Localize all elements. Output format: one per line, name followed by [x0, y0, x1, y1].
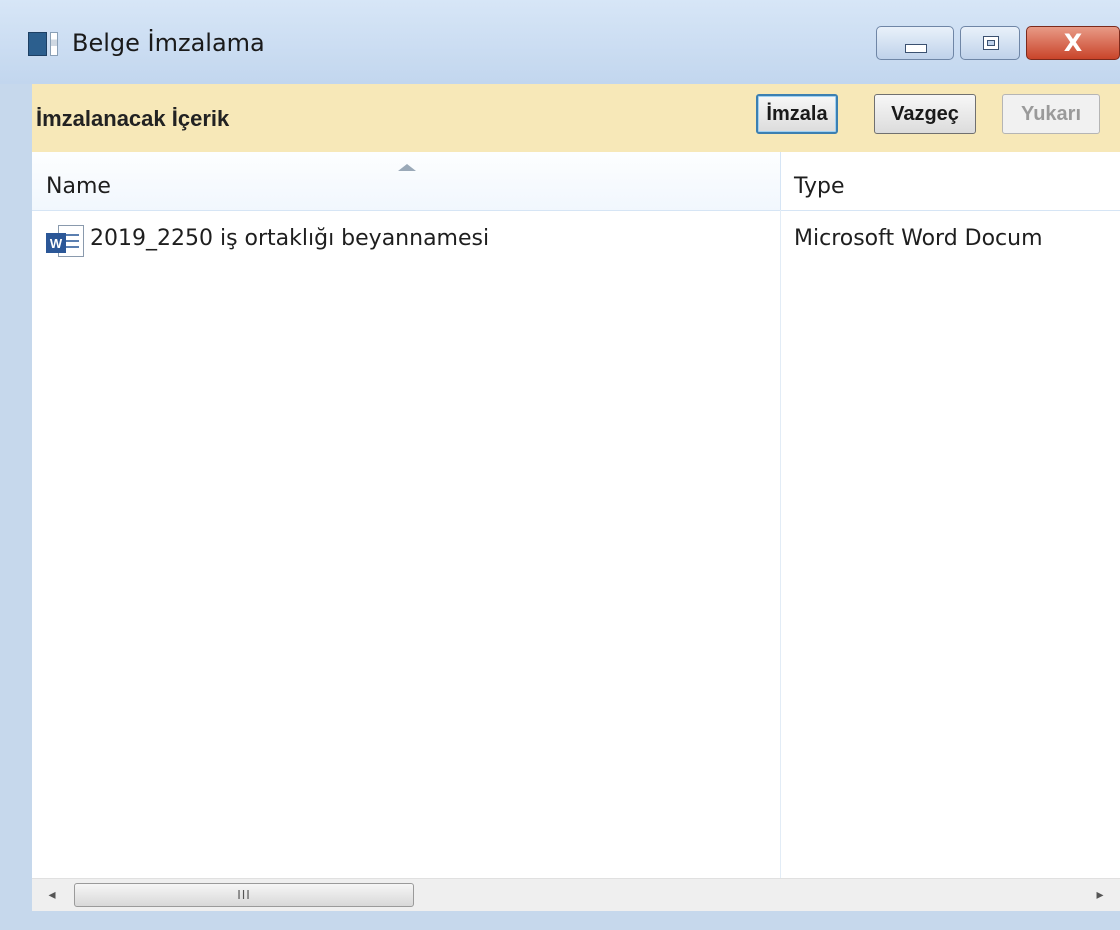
close-icon: X: [1063, 29, 1083, 57]
sort-ascending-icon: [398, 164, 416, 171]
scroll-right-icon[interactable]: ▸: [1080, 879, 1120, 911]
cancel-button[interactable]: Vazgeç: [874, 94, 976, 134]
scroll-left-icon[interactable]: ◂: [32, 879, 72, 911]
content-toolbar: İmzalanacak İçerik İmzala Vazgeç Yukarı: [32, 84, 1120, 152]
minimize-icon: [905, 44, 927, 53]
column-divider: [780, 210, 781, 878]
horizontal-scrollbar[interactable]: ◂ III ▸: [32, 878, 1120, 911]
toolbar-title: İmzalanacak İçerik: [36, 106, 230, 131]
minimize-button[interactable]: [876, 26, 954, 60]
column-header-name[interactable]: [32, 152, 781, 210]
window-title: Belge İmzalama: [72, 29, 265, 57]
column-header-name-label: Name: [46, 174, 111, 199]
app-window: Belge İmzalama X İmzalanacak İçerik İmza…: [0, 0, 1120, 930]
app-window-icon[interactable]: [28, 32, 58, 56]
sign-button[interactable]: İmzala: [756, 94, 838, 134]
title-bar[interactable]: Belge İmzalama X: [0, 0, 1120, 84]
list-header: Name Type: [32, 152, 1120, 211]
maximize-button[interactable]: [960, 26, 1020, 60]
scrollbar-thumb[interactable]: III: [74, 883, 414, 907]
file-list[interactable]: Name Type W 2019_2250 iş ortaklığı beyan…: [32, 152, 1120, 911]
column-header-type[interactable]: Type: [794, 174, 845, 199]
maximize-icon: [983, 36, 999, 50]
scrollbar-grip: III: [237, 888, 251, 902]
list-item[interactable]: W 2019_2250 iş ortaklığı beyannamesi Mic…: [32, 222, 1120, 260]
close-button[interactable]: X: [1026, 26, 1120, 60]
up-button: Yukarı: [1002, 94, 1100, 134]
file-type: Microsoft Word Docum: [794, 226, 1043, 251]
word-document-icon: W: [46, 225, 86, 257]
file-name: 2019_2250 iş ortaklığı beyannamesi: [90, 226, 490, 251]
